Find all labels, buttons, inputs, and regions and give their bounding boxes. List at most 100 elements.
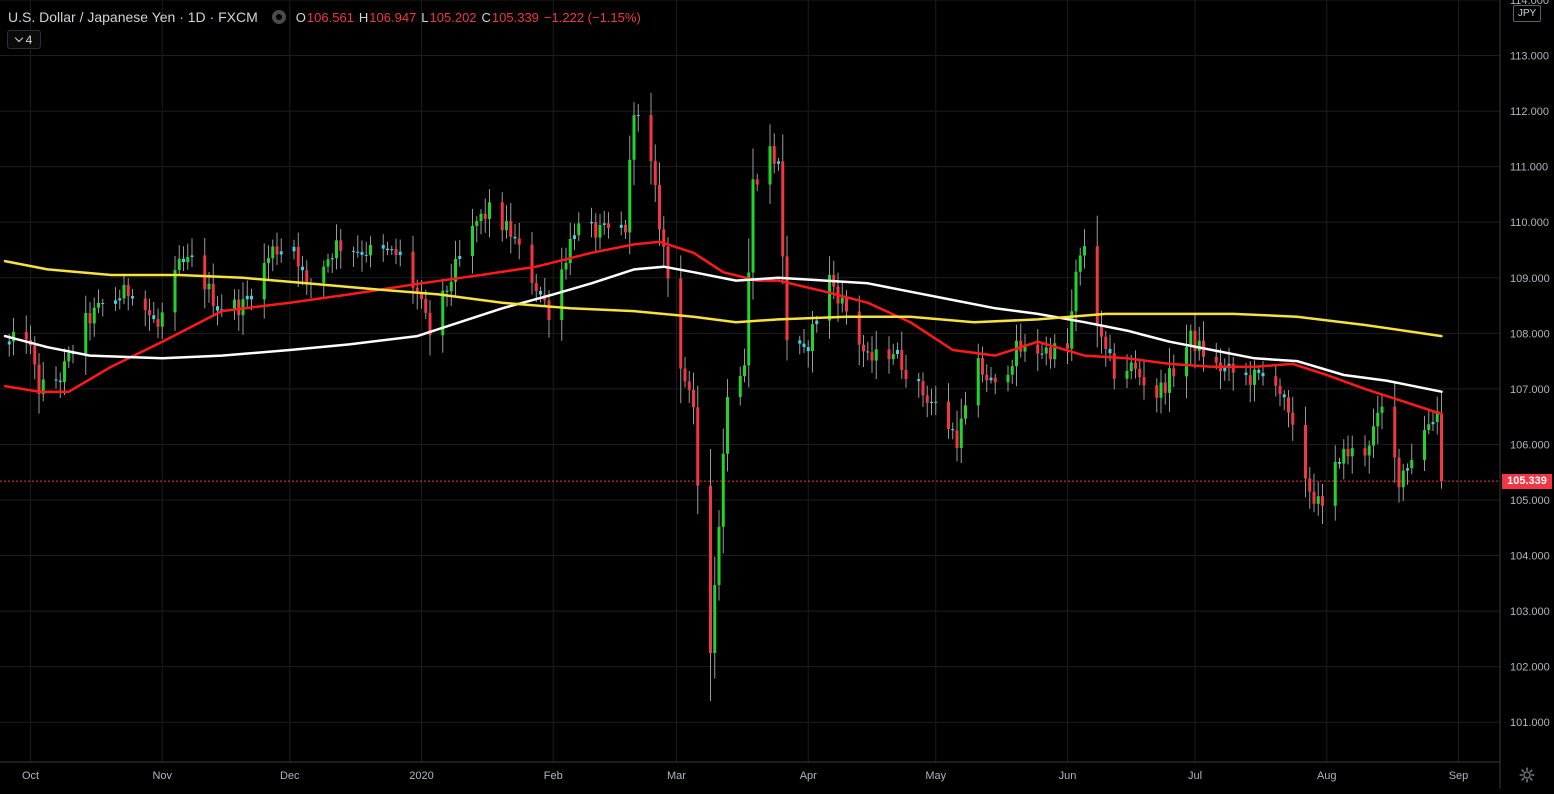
candle-body bbox=[471, 225, 474, 256]
candle-body bbox=[250, 295, 253, 300]
candle bbox=[1376, 395, 1380, 444]
candle bbox=[755, 173, 759, 192]
candle-body bbox=[63, 361, 66, 383]
candle bbox=[1138, 358, 1142, 386]
candle bbox=[828, 256, 831, 339]
candle-body bbox=[245, 295, 249, 300]
currency-badge[interactable]: JPY bbox=[1513, 5, 1541, 22]
candle-body bbox=[1125, 370, 1129, 379]
candle-body bbox=[1134, 362, 1137, 369]
candle bbox=[92, 297, 96, 337]
candle-body bbox=[1427, 424, 1431, 431]
candle bbox=[1134, 350, 1137, 379]
candle bbox=[271, 239, 275, 272]
symbol-title[interactable]: U.S. Dollar / Japanese Yen · 1D · FXCM bbox=[8, 9, 258, 25]
candle bbox=[458, 240, 462, 267]
candle bbox=[118, 289, 122, 310]
candle-body bbox=[509, 220, 513, 237]
indicators-toggle-button[interactable]: 4 bbox=[7, 30, 41, 49]
candle-body bbox=[709, 485, 712, 654]
candle-body bbox=[1010, 366, 1014, 375]
candle bbox=[143, 290, 147, 327]
candle-body bbox=[360, 251, 364, 255]
candles bbox=[7, 92, 1443, 702]
candle-body bbox=[947, 401, 950, 430]
candle bbox=[29, 325, 32, 355]
candle bbox=[71, 344, 75, 364]
close-value: 105.339 bbox=[491, 9, 539, 25]
y-tick-label: 113.000 bbox=[1510, 51, 1549, 63]
candle-body bbox=[1185, 347, 1188, 377]
candle-body bbox=[607, 223, 610, 228]
axes: 101.000 102.000 103.000 104.000 105.000 106.0… bbox=[0, 0, 1550, 789]
candle bbox=[1168, 348, 1171, 412]
candle bbox=[1363, 435, 1367, 467]
candle bbox=[692, 372, 695, 425]
candle bbox=[500, 192, 504, 242]
gear-icon[interactable] bbox=[1519, 767, 1535, 783]
candle-body bbox=[330, 258, 334, 260]
candle bbox=[1287, 389, 1290, 428]
candle-body bbox=[126, 285, 130, 297]
ma-mid-line bbox=[3, 265, 1443, 393]
candle bbox=[619, 211, 623, 236]
candle-body bbox=[560, 269, 564, 321]
candle bbox=[177, 245, 181, 276]
eye-icon[interactable] bbox=[271, 10, 286, 24]
candle bbox=[131, 288, 134, 306]
x-tick-label: May bbox=[925, 770, 946, 782]
candle bbox=[84, 295, 88, 375]
candle-body bbox=[917, 379, 921, 382]
price-chart-svg[interactable]: 101.000 102.000 103.000 104.000 105.000 106.0… bbox=[0, 0, 1554, 789]
x-tick-label: Nov bbox=[152, 770, 172, 782]
candle bbox=[1010, 359, 1014, 384]
candle-body bbox=[279, 251, 283, 255]
candle-body bbox=[1406, 468, 1409, 471]
candle bbox=[628, 135, 632, 255]
candle bbox=[1431, 412, 1435, 431]
candle-body bbox=[692, 389, 695, 408]
candle-body bbox=[590, 221, 593, 224]
candle bbox=[1112, 343, 1116, 390]
candle-body bbox=[143, 298, 147, 310]
candle bbox=[186, 243, 190, 270]
candle-body bbox=[530, 244, 534, 284]
candle-body bbox=[1155, 385, 1159, 398]
candle bbox=[683, 356, 687, 388]
candle-body bbox=[118, 298, 122, 301]
candle-body bbox=[1440, 413, 1443, 482]
candle bbox=[981, 346, 984, 383]
candle-body bbox=[37, 364, 41, 395]
candle-body bbox=[1214, 356, 1218, 363]
candle-body bbox=[1104, 336, 1108, 349]
candle-body bbox=[900, 349, 904, 370]
chevron-down-icon bbox=[14, 33, 23, 43]
candle-body bbox=[798, 340, 802, 344]
candle bbox=[887, 336, 891, 374]
candle-body bbox=[339, 240, 343, 251]
candle bbox=[454, 240, 457, 296]
chart-area[interactable]: 101.000 102.000 103.000 104.000 105.000 106.0… bbox=[0, 0, 1554, 789]
candle bbox=[1423, 415, 1426, 471]
candle-body bbox=[1168, 368, 1171, 393]
candle bbox=[653, 144, 657, 202]
candle-body bbox=[594, 221, 598, 238]
candle-body bbox=[628, 159, 632, 233]
candle-body bbox=[479, 213, 483, 222]
candle bbox=[488, 188, 491, 238]
candle bbox=[874, 330, 878, 380]
low-value: 105.202 bbox=[429, 9, 477, 25]
y-tick-label: 102.000 bbox=[1510, 662, 1550, 674]
candle bbox=[1159, 369, 1163, 414]
candle bbox=[211, 263, 215, 315]
y-tick-label: 106.000 bbox=[1510, 439, 1550, 451]
candle-body bbox=[547, 300, 551, 321]
candle-body bbox=[666, 246, 670, 279]
candle-body bbox=[182, 258, 185, 263]
candle-body bbox=[921, 381, 925, 396]
x-tick-label: Dec bbox=[280, 770, 300, 782]
x-tick-label: Mar bbox=[667, 770, 686, 782]
candle bbox=[602, 210, 606, 235]
candle bbox=[658, 162, 661, 246]
symbol-legend: U.S. Dollar / Japanese Yen · 1D · FXCM O… bbox=[8, 7, 641, 27]
